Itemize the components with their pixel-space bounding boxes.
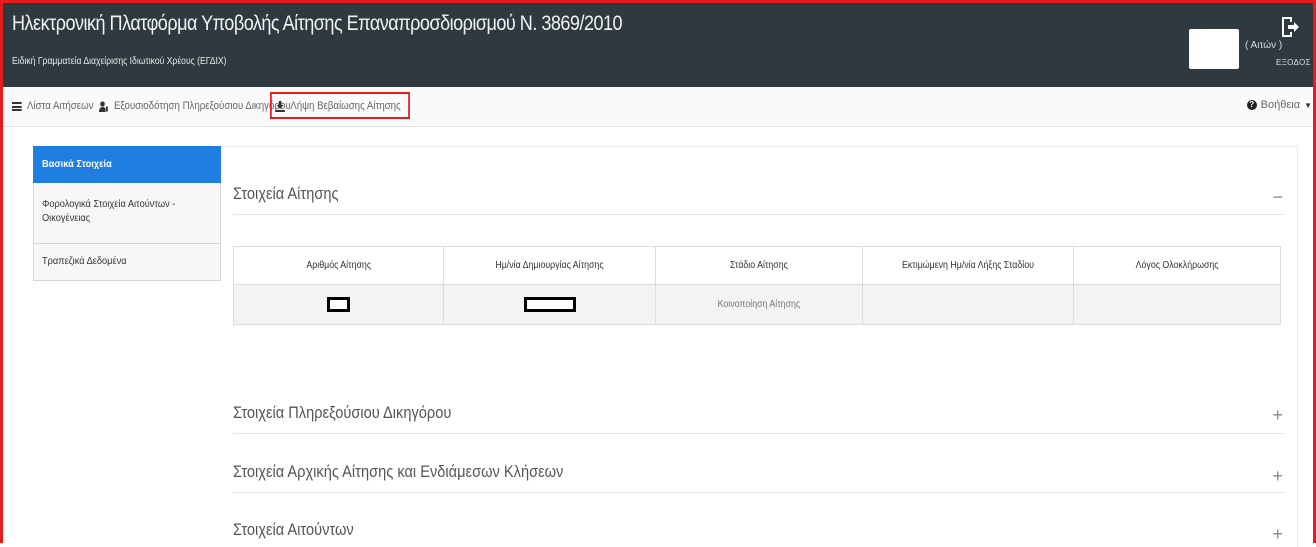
section-title-application[interactable]: Στοιχεία Αίτησης <box>233 184 339 204</box>
nav-item-applications-list[interactable]: Λίστα Αιτήσεων <box>12 100 93 112</box>
application-table: Αριθμός Αίτησης Ημ/νία Δημιουργίας Αίτησ… <box>233 246 1281 325</box>
app-header: Ηλεκτρονική Πλατφόρμα Υποβολής Αίτησης Ε… <box>0 0 1316 87</box>
sidebar: Βασικά Στοιχεία Φορολογικά Στοιχεία Αιτο… <box>33 146 221 281</box>
nav-item-label: Λίστα Αιτήσεων <box>26 100 94 112</box>
collapse-icon[interactable]: − <box>1272 187 1283 208</box>
help-icon: ? <box>1246 100 1257 110</box>
expand-icon[interactable]: + <box>1272 524 1283 545</box>
sidebar-item-tax-info[interactable]: Φορολογικά Στοιχεία Αιτούντων - Οικογένε… <box>33 183 221 244</box>
completion-reason-cell <box>1073 284 1281 325</box>
application-number-cell <box>233 284 444 325</box>
stage-cell: Κοινοποίηση Αίτησης <box>655 284 863 325</box>
section-divider <box>233 492 1285 493</box>
section-title-initial-application[interactable]: Στοιχεία Αρχικής Αίτησης και Ενδιάμεσων … <box>233 462 563 482</box>
section-title-lawyer[interactable]: Στοιχεία Πληρεξούσιου Δικηγόρου <box>233 403 451 423</box>
expand-icon[interactable]: + <box>1272 466 1283 487</box>
nav-item-download-certificate[interactable]: Λήψη Βεβαίωσης Αίτησης <box>270 92 410 119</box>
table-row[interactable]: Κοινοποίηση Αίτησης <box>233 284 1281 325</box>
nav-bar: Λίστα Αιτήσεων Εξουσιοδότηση Πληρεξούσιο… <box>0 87 1316 127</box>
section-divider <box>233 433 1285 434</box>
nav-item-label: Εξουσιοδότηση Πληρεξούσιου Δικηγόρου <box>113 100 291 112</box>
table-header-row: Αριθμός Αίτησης Ημ/νία Δημιουργίας Αίτησ… <box>233 246 1281 285</box>
user-key-icon <box>99 100 108 112</box>
redacted-value <box>327 297 350 312</box>
sidebar-item-bank-data[interactable]: Τραπεζικά Δεδομένα <box>33 244 221 281</box>
user-role: ( Αιτών ) <box>1245 40 1283 51</box>
main-panel: Στοιχεία Αίτησης − Στοιχεία Πληρεξούσιου… <box>221 146 1298 547</box>
caret-down-icon: ▼ <box>1304 100 1312 110</box>
download-icon <box>275 100 285 112</box>
sidebar-item-label: Βασικά Στοιχεία <box>42 158 112 170</box>
redacted-value <box>523 297 576 312</box>
app-subtitle: Ειδική Γραμματεία Διαχείρισης Ιδιωτικού … <box>12 56 227 67</box>
creation-date-cell <box>443 284 656 325</box>
sidebar-item-label: Φορολογικά Στοιχεία Αιτούντων - Οικογένε… <box>42 198 176 224</box>
help-label: Βοήθεια <box>1260 99 1301 111</box>
sidebar-item-basic-info[interactable]: Βασικά Στοιχεία <box>33 146 221 183</box>
expand-icon[interactable]: + <box>1272 405 1283 426</box>
help-menu[interactable]: ? Βοήθεια ▼ <box>1246 99 1312 111</box>
column-header: Λόγος Ολοκλήρωσης <box>1073 246 1281 285</box>
column-header: Στάδιο Αίτησης <box>655 246 863 285</box>
column-header: Ημ/νία Δημιουργίας Αίτησης <box>443 246 656 285</box>
section-divider <box>233 214 1285 215</box>
estimated-end-date-cell <box>862 284 1074 325</box>
sidebar-item-label: Τραπεζικά Δεδομένα <box>42 255 127 267</box>
nav-item-lawyer-authorization[interactable]: Εξουσιοδότηση Πληρεξούσιου Δικηγόρου <box>99 100 291 112</box>
section-title-applicants[interactable]: Στοιχεία Αιτούντων <box>233 520 354 540</box>
logout-button[interactable]: ΕΞΟΔΟΣ <box>1276 58 1311 67</box>
list-icon <box>12 101 22 111</box>
logout-icon[interactable] <box>1280 16 1300 38</box>
user-name-redacted <box>1189 29 1239 69</box>
app-title: Ηλεκτρονική Πλατφόρμα Υποβολής Αίτησης Ε… <box>12 12 623 35</box>
nav-item-label: Λήψη Βεβαίωσης Αίτησης <box>290 100 401 112</box>
column-header: Εκτιμώμενη Ημ/νία Λήξης Σταδίου <box>862 246 1074 285</box>
column-header: Αριθμός Αίτησης <box>233 246 444 285</box>
